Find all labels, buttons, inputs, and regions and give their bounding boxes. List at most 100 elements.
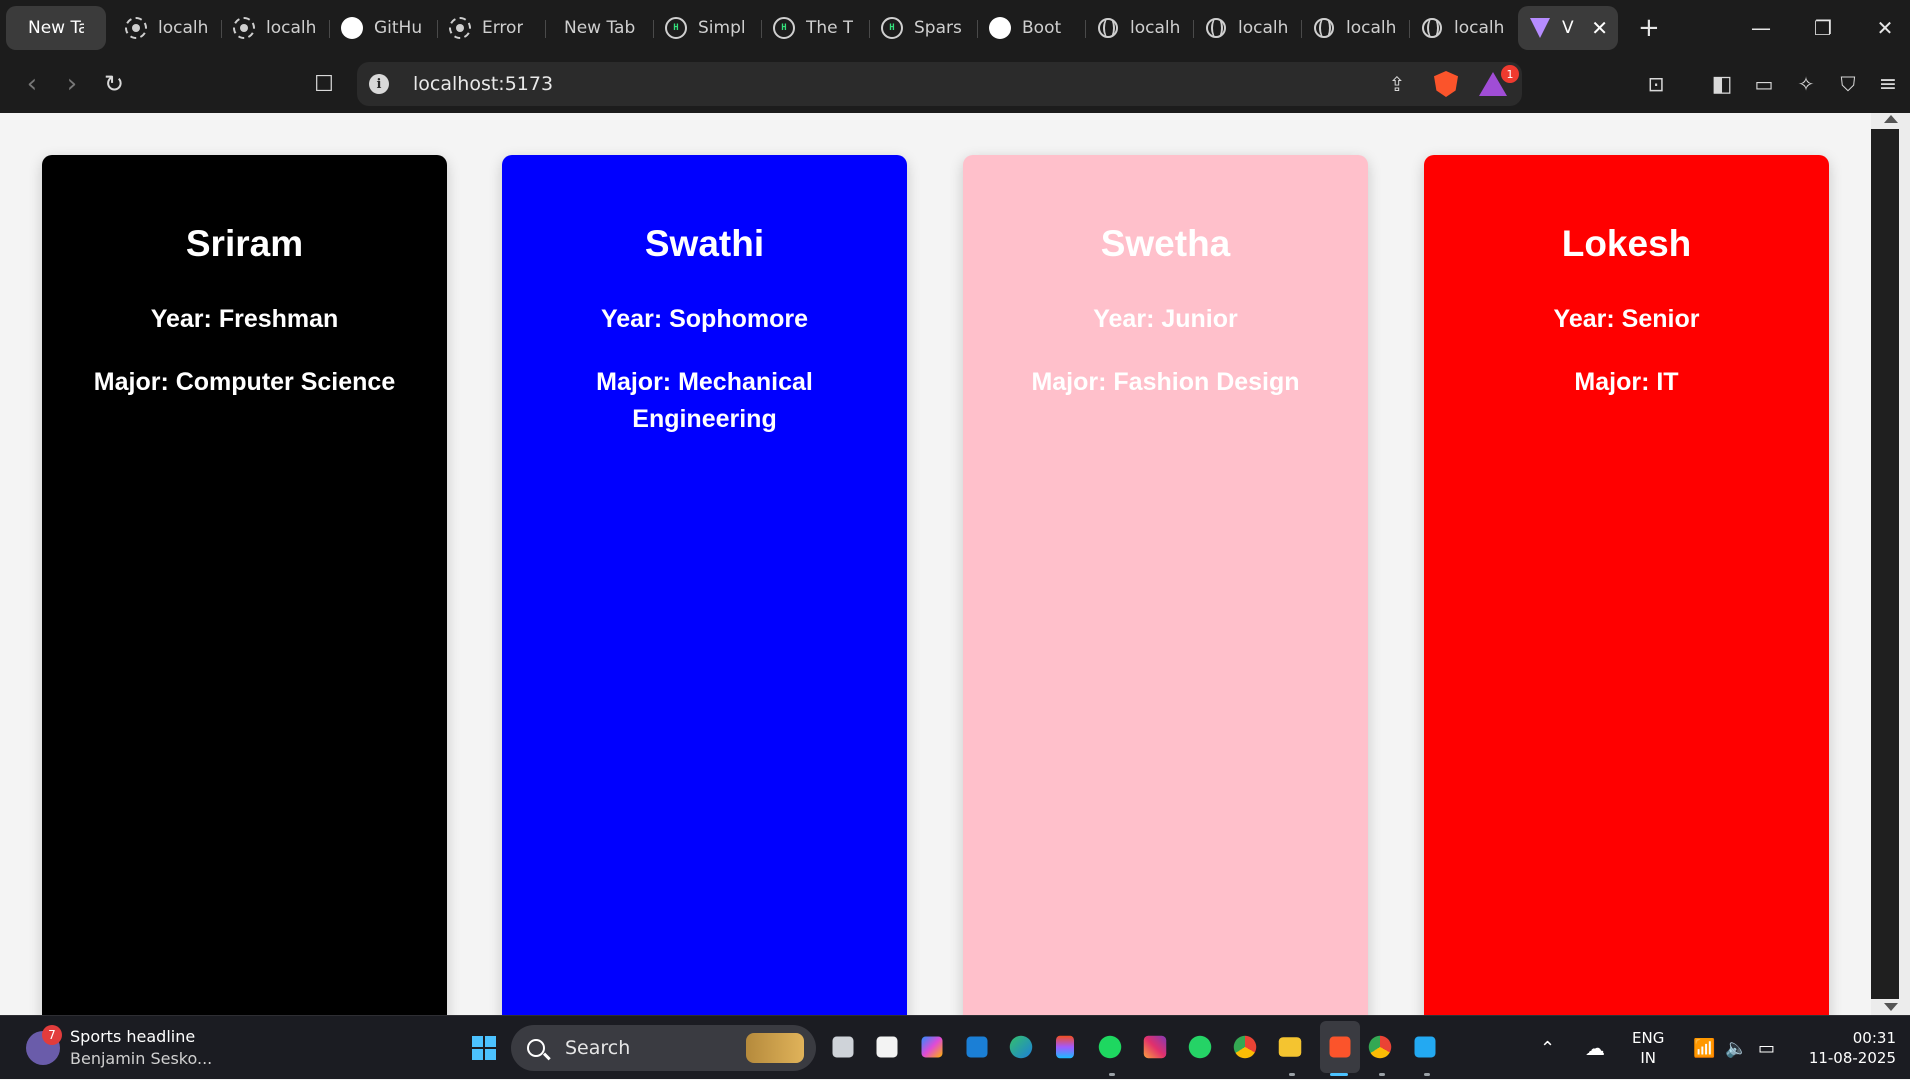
tab-github[interactable]: Boot <box>978 6 1086 50</box>
tab-localhost[interactable]: localh <box>1410 6 1518 50</box>
whatsapp-icon[interactable] <box>1188 1035 1212 1059</box>
back-button[interactable]: ‹ <box>16 68 48 100</box>
hashnode-icon: H <box>664 16 688 40</box>
close-tab-icon[interactable]: ✕ <box>1591 16 1608 40</box>
store-icon[interactable] <box>876 1036 898 1058</box>
globe-icon <box>1312 16 1336 40</box>
task-view-icon[interactable] <box>832 1036 854 1058</box>
show-hidden-icons[interactable]: ⌃ <box>1540 1016 1555 1080</box>
search-highlight-image <box>746 1033 804 1063</box>
tab-new-tab[interactable]: New Tab <box>546 6 654 50</box>
news-badge: 7 <box>42 1025 62 1045</box>
tab-label: The T <box>806 17 854 38</box>
tab-localhost[interactable]: localh <box>1086 6 1194 50</box>
news-widget[interactable]: 7 Sports headline Benjamin Sesko... <box>26 1025 212 1070</box>
major-value: IT <box>1656 368 1679 396</box>
address-bar[interactable]: i localhost:5173 ⇪ <box>357 62 1522 106</box>
tab-localhost[interactable]: localh <box>1302 6 1410 50</box>
site-info-icon[interactable]: i <box>369 74 389 94</box>
clock[interactable]: 00:31 11-08-2025 <box>1806 1016 1896 1080</box>
copilot-icon[interactable] <box>921 1036 943 1058</box>
vpn-icon[interactable]: ⛉ <box>1832 68 1864 100</box>
vscode-icon[interactable] <box>1414 1036 1436 1058</box>
reload-button[interactable]: ↻ <box>98 68 130 100</box>
bookmark-icon[interactable]: ☐ <box>308 68 340 100</box>
taskbar-search[interactable]: Search <box>511 1025 816 1071</box>
search-label: Search <box>565 1037 631 1059</box>
student-year: Year: Freshman <box>82 301 407 338</box>
tab-strip: New Tab localh localh GitHu Error New Ta… <box>0 0 1910 55</box>
hashnode-icon: H <box>772 16 796 40</box>
edge-icon[interactable] <box>1009 1035 1033 1059</box>
clock-time: 00:31 <box>1852 1029 1896 1047</box>
running-indicator <box>1424 1073 1430 1076</box>
file-explorer-icon[interactable] <box>1278 1037 1302 1057</box>
tab-label: Boot <box>1022 17 1062 38</box>
spotify-icon[interactable] <box>1098 1035 1122 1059</box>
student-name: Swetha <box>1100 223 1231 264</box>
minimize-button[interactable]: — <box>1730 0 1792 55</box>
tab-localhost[interactable]: localh <box>114 6 222 50</box>
page-scrollbar[interactable] <box>1871 113 1910 1015</box>
student-card: Sriram Year: Freshman Major: Computer Sc… <box>42 155 447 1015</box>
tab-label: New Tab <box>564 17 636 38</box>
lang-top: ENG <box>1632 1029 1665 1047</box>
tab-label: GitHu <box>374 17 423 38</box>
new-tab-button[interactable]: + <box>1638 13 1660 43</box>
brave-shields-icon[interactable] <box>1432 70 1460 98</box>
tab-error[interactable]: Error <box>438 6 546 50</box>
major-label: Major: <box>1574 368 1650 396</box>
battery-icon[interactable]: ▭ <box>1758 1016 1775 1080</box>
tab-active[interactable]: V ✕ <box>1518 5 1618 50</box>
wifi-icon[interactable]: 📶 <box>1693 1016 1715 1080</box>
restore-button[interactable]: ❐ <box>1792 0 1854 55</box>
forward-button[interactable]: › <box>56 68 88 100</box>
loading-icon <box>448 16 472 40</box>
instagram-icon[interactable] <box>1143 1035 1167 1059</box>
dell-icon[interactable] <box>966 1036 988 1058</box>
scrollbar-thumb[interactable] <box>1871 129 1899 999</box>
student-card: Swetha Year: Junior Major: Fashion Desig… <box>963 155 1368 1015</box>
year-label: Year: <box>1553 305 1615 333</box>
menu-icon[interactable]: ≡ <box>1872 68 1904 100</box>
student-major: Major: IT <box>1464 364 1789 401</box>
sidebar-icon[interactable]: ◧ <box>1706 68 1738 100</box>
tab-hashnode[interactable]: H Spars <box>870 6 978 50</box>
loading-icon <box>232 16 256 40</box>
figma-icon[interactable] <box>1056 1035 1074 1059</box>
student-card: Swathi Year: Sophomore Major: Mechanical… <box>502 155 907 1015</box>
major-value: Fashion Design <box>1113 368 1300 396</box>
tab-hashnode[interactable]: H Simpl <box>654 6 762 50</box>
volume-icon[interactable]: 🔈 <box>1725 1016 1747 1080</box>
major-label: Major: <box>93 368 169 396</box>
year-label: Year: <box>600 305 663 333</box>
chrome-profile-icon[interactable] <box>1368 1035 1392 1059</box>
windows-start-icon[interactable] <box>472 1036 496 1060</box>
rewards-badge: 1 <box>1501 65 1519 83</box>
share-icon[interactable]: ⇪ <box>1383 70 1411 98</box>
tab-label: localh <box>158 17 209 38</box>
student-year: Year: Senior <box>1464 301 1789 338</box>
tab-github[interactable]: GitHu <box>330 6 438 50</box>
onedrive-icon[interactable]: ☁ <box>1585 1016 1605 1080</box>
tab-localhost[interactable]: localh <box>1194 6 1302 50</box>
vite-icon <box>1528 16 1552 40</box>
tab-label: localh <box>1346 17 1397 38</box>
brave-icon[interactable] <box>1329 1036 1351 1058</box>
wallet-icon[interactable]: ▭ <box>1748 68 1780 100</box>
screenshot-icon[interactable]: ⊡ <box>1640 68 1672 100</box>
news-title: Sports headline <box>70 1027 196 1046</box>
scroll-down-arrow-icon[interactable] <box>1884 1003 1898 1011</box>
tab-new-tab[interactable]: New Tab <box>6 5 106 50</box>
close-window-button[interactable]: ✕ <box>1854 0 1910 55</box>
student-major: Major: Mechanical Engineering <box>542 364 867 438</box>
chrome-icon[interactable] <box>1233 1035 1257 1059</box>
browser-toolbar: ‹ › ↻ ☐ i localhost:5173 ⇪ 1 ⊡ ◧ ▭ ✧ ⛉ ≡ <box>0 55 1910 113</box>
student-year: Year: Junior <box>1003 301 1328 338</box>
student-year: Year: Sophomore <box>542 301 867 338</box>
language-indicator[interactable]: ENG IN <box>1632 1016 1664 1080</box>
tab-localhost[interactable]: localh <box>222 6 330 50</box>
tab-hashnode[interactable]: H The T <box>762 6 870 50</box>
leo-ai-icon[interactable]: ✧ <box>1790 68 1822 100</box>
scroll-up-arrow-icon[interactable] <box>1884 115 1898 123</box>
